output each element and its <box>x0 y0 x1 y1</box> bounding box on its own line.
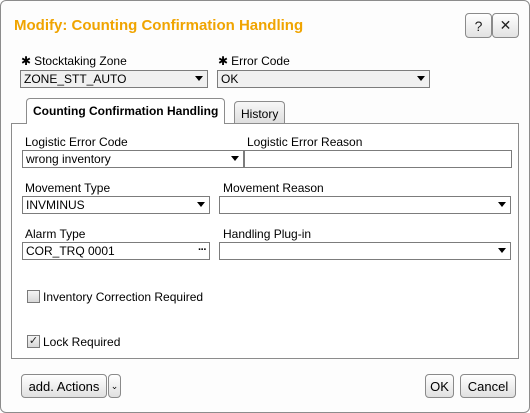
stocktaking-zone-value: ZONE_STT_AUTO <box>24 72 127 86</box>
help-button[interactable]: ? <box>465 13 492 38</box>
error-code-label: ✱ Error Code <box>218 54 290 68</box>
dialog-title: Modify: Counting Confirmation Handling <box>14 17 304 34</box>
logistic-error-reason-input[interactable] <box>244 150 512 168</box>
tab-history[interactable]: History <box>234 101 286 125</box>
required-mark-icon: ✱ <box>218 54 229 68</box>
movement-type-select[interactable]: INVMINUS <box>22 196 210 214</box>
chevron-down-icon: ⌄ <box>110 380 119 391</box>
movement-reason-select[interactable] <box>219 196 511 214</box>
movement-reason-label: Movement Reason <box>223 181 324 195</box>
handling-plugin-select[interactable] <box>219 242 511 260</box>
logistic-error-reason-label: Logistic Error Reason <box>247 135 363 149</box>
chevron-down-icon <box>417 76 425 81</box>
logistic-error-code-select[interactable]: wrong inventory <box>22 150 244 168</box>
chevron-down-icon <box>231 156 239 161</box>
error-code-select[interactable]: OK <box>217 70 430 88</box>
tab-panel: Logistic Error Code wrong inventory Logi… <box>11 123 519 359</box>
add-actions-button[interactable]: add. Actions <box>21 374 107 398</box>
chevron-down-icon <box>498 248 506 253</box>
ellipsis-icon[interactable]: ··· <box>198 243 207 258</box>
logistic-error-code-value: wrong inventory <box>26 152 111 166</box>
help-icon: ? <box>474 17 483 34</box>
movement-type-value: INVMINUS <box>26 198 85 212</box>
alarm-type-value: COR_TRQ 0001 <box>26 244 115 258</box>
cancel-button[interactable]: Cancel <box>460 374 516 398</box>
inventory-correction-checkbox[interactable] <box>27 290 40 303</box>
checkmark-icon: ✓ <box>28 335 39 347</box>
add-actions-menu-button[interactable]: ⌄ <box>108 374 121 398</box>
required-mark-icon: ✱ <box>21 54 32 68</box>
stocktaking-zone-select[interactable]: ZONE_STT_AUTO <box>20 70 208 88</box>
alarm-type-label: Alarm Type <box>25 227 86 241</box>
tab-counting-confirmation-handling[interactable]: Counting Confirmation Handling <box>26 98 226 124</box>
close-icon: ✕ <box>499 17 512 33</box>
inventory-correction-label: Inventory Correction Required <box>43 290 204 304</box>
movement-type-label: Movement Type <box>25 181 111 195</box>
chevron-down-icon <box>195 76 203 81</box>
close-button[interactable]: ✕ <box>492 13 519 38</box>
modify-dialog: Modify: Counting Confirmation Handling ?… <box>0 0 530 413</box>
alarm-type-field[interactable]: COR_TRQ 0001 ··· <box>22 242 210 260</box>
chevron-down-icon <box>197 202 205 207</box>
chevron-down-icon <box>498 202 506 207</box>
stocktaking-zone-label: ✱ Stocktaking Zone <box>21 54 127 68</box>
lock-required-checkbox[interactable]: ✓ <box>27 335 40 348</box>
logistic-error-code-label: Logistic Error Code <box>25 135 128 149</box>
handling-plugin-label: Handling Plug-in <box>223 227 312 241</box>
lock-required-label: Lock Required <box>43 335 121 349</box>
error-code-value: OK <box>221 72 239 86</box>
ok-button[interactable]: OK <box>425 374 454 398</box>
